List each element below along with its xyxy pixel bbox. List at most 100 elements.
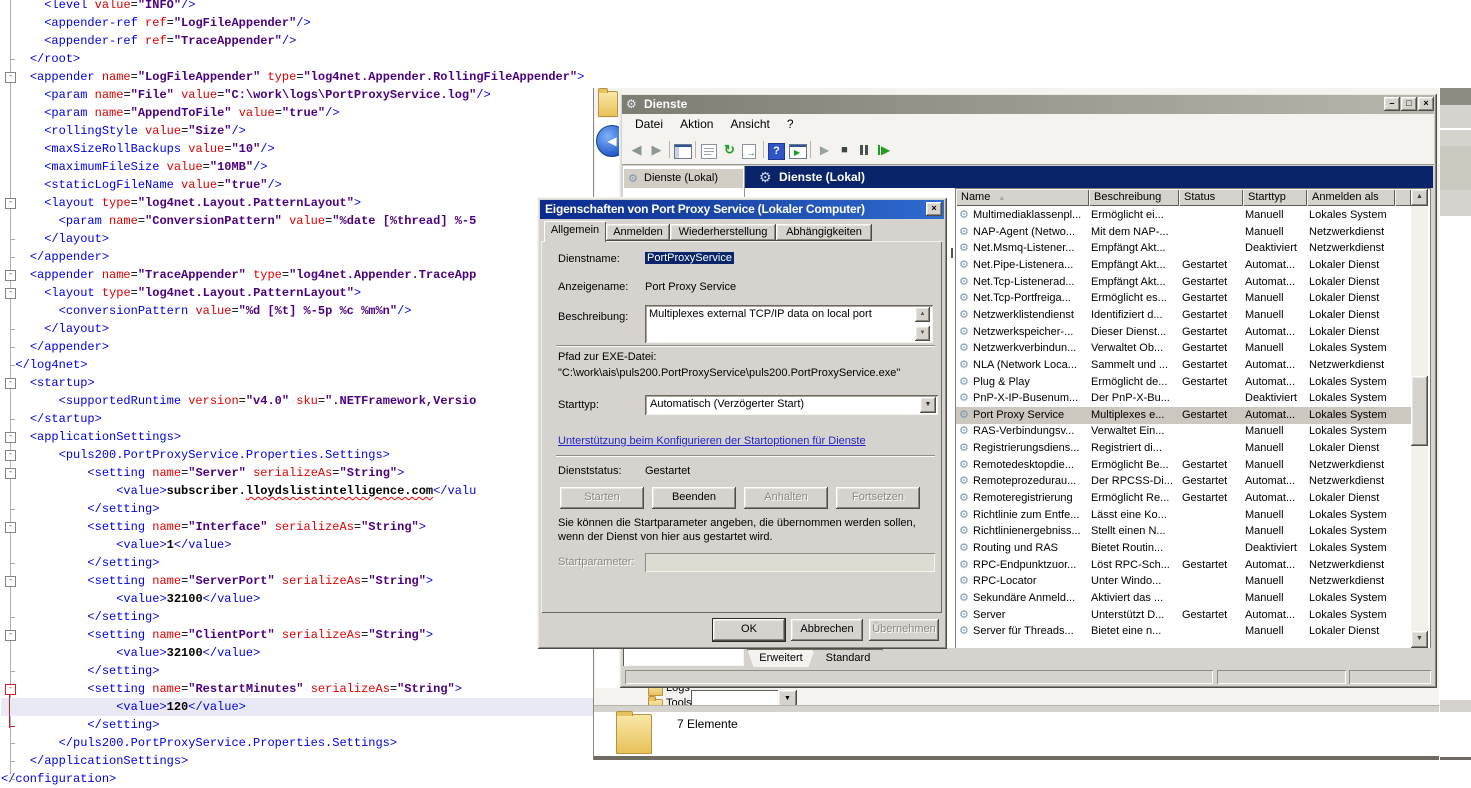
- service-row[interactable]: ⚙RPC-LocatorUnter Windo...ManuellNetzwer…: [956, 573, 1411, 590]
- restart-service-icon[interactable]: ▶: [876, 142, 893, 158]
- startparameter-field[interactable]: [645, 553, 935, 572]
- service-row[interactable]: ⚙ServerUnterstützt D...GestartetAutomat.…: [956, 607, 1411, 624]
- tree-item-dienste-lokal[interactable]: ⚙ Dienste (Lokal): [624, 169, 743, 188]
- service-row[interactable]: ⚙Registrierungsdiens...Registriert di...…: [956, 440, 1411, 457]
- fold-collapse-box[interactable]: -: [5, 270, 16, 281]
- service-row[interactable]: ⚙Routing und RASBietet Routin...Deaktivi…: [956, 540, 1411, 557]
- menu-ansicht[interactable]: Ansicht: [724, 114, 777, 134]
- scroll-up-button[interactable]: ▲: [915, 307, 930, 322]
- show-console-tree-icon[interactable]: [674, 144, 692, 159]
- dialog-close-button[interactable]: ×: [926, 202, 942, 216]
- fold-collapse-box[interactable]: -: [5, 432, 16, 443]
- service-row[interactable]: ⚙NAP-Agent (Netwo...Mit dem NAP-...Manue…: [956, 224, 1411, 241]
- service-row[interactable]: ⚙Net.Tcp-Listenerad...Empfängt Akt...Ges…: [956, 274, 1411, 291]
- start-service-icon[interactable]: ▶: [816, 142, 833, 158]
- service-row[interactable]: ⚙Net.Tcp-Portfreiga...Ermöglicht es...Ge…: [956, 290, 1411, 307]
- xml-editor[interactable]: <level value="INFO"/> <appender-ref ref=…: [0, 0, 620, 787]
- dialog-titlebar[interactable]: Eigenschaften von Port Proxy Service (Lo…: [540, 200, 944, 219]
- service-row[interactable]: ⚙RPC-Endpunktzuor...Löst RPC-Sch...Gesta…: [956, 557, 1411, 574]
- startoptions-help-link[interactable]: Unterstützung beim Konfigurieren der Sta…: [558, 435, 866, 447]
- column-header-starttyp[interactable]: Starttyp: [1243, 189, 1307, 206]
- anhalten-button[interactable]: Anhalten: [744, 487, 828, 509]
- fold-collapse-box[interactable]: -: [5, 378, 16, 389]
- service-row[interactable]: ⚙NetzwerklistendienstIdentifiziert d...G…: [956, 307, 1411, 324]
- service-row[interactable]: ⚙RemoteregistrierungErmöglicht Re...Gest…: [956, 490, 1411, 507]
- code-line: </setting>: [1, 662, 159, 680]
- column-header-name[interactable]: Name▲: [956, 189, 1089, 206]
- close-button[interactable]: ×: [1418, 97, 1434, 111]
- column-header-beschreibung[interactable]: Beschreibung: [1089, 189, 1179, 206]
- abbrechen-button[interactable]: Abbrechen: [791, 619, 863, 641]
- service-row-selected[interactable]: ⚙Port Proxy ServiceMultiplexes e...Gesta…: [956, 407, 1411, 424]
- fortsetzen-button[interactable]: Fortsetzen: [836, 487, 920, 509]
- tab-standard[interactable]: Standard: [813, 649, 883, 668]
- service-row[interactable]: ⚙PnP-X-IP-Busenum...Der PnP-X-Bu...Deakt…: [956, 390, 1411, 407]
- back-toolbar-icon[interactable]: ◀: [628, 142, 645, 158]
- fold-collapse-box[interactable]: -: [5, 450, 16, 461]
- column-header-status[interactable]: Status: [1179, 189, 1243, 206]
- pause-service-icon[interactable]: [856, 142, 873, 158]
- minimize-button[interactable]: –: [1384, 97, 1400, 111]
- dienstname-value[interactable]: PortProxyService: [645, 252, 734, 264]
- tab-allgemein[interactable]: Allgemein: [544, 221, 606, 242]
- tab-wiederherstellung[interactable]: Wiederherstellung: [670, 224, 776, 241]
- services-menubar: Datei Aktion Ansicht ?: [622, 114, 1434, 137]
- fold-collapse-box[interactable]: -: [5, 288, 16, 299]
- service-row[interactable]: ⚙Remotedesktopdie...Ermöglicht Be...Gest…: [956, 457, 1411, 474]
- new-window-icon[interactable]: ▶: [789, 144, 807, 159]
- service-row[interactable]: ⚙Richtlinienergebniss...Stellt einen N..…: [956, 523, 1411, 540]
- service-row[interactable]: ⚙NLA (Network Loca...Sammelt und ...Gest…: [956, 357, 1411, 374]
- maximize-button[interactable]: □: [1401, 97, 1417, 111]
- menu-aktion[interactable]: Aktion: [673, 114, 720, 134]
- properties-icon[interactable]: [701, 144, 717, 159]
- refresh-icon[interactable]: ↻: [721, 142, 738, 158]
- starttyp-combobox[interactable]: Automatisch (Verzögerter Start) ▼: [645, 395, 938, 415]
- export-list-icon[interactable]: →: [742, 144, 756, 159]
- cell: Net.Pipe-Listenera...: [973, 257, 1073, 273]
- fold-collapse-box[interactable]: -: [5, 576, 16, 587]
- beschreibung-textbox[interactable]: Multiplexes external TCP/IP data on loca…: [645, 305, 933, 343]
- menu-help[interactable]: ?: [780, 114, 801, 134]
- cell: Löst RPC-Sch...: [1091, 557, 1170, 573]
- tab-abhaengigkeiten[interactable]: Abhängigkeiten: [776, 224, 872, 241]
- stop-service-icon[interactable]: ■: [836, 142, 853, 158]
- code-line: <layout type="log4net.Layout.PatternLayo…: [1, 194, 361, 212]
- service-row[interactable]: ⚙Server für Threads...Bietet eine n...Ma…: [956, 623, 1411, 640]
- gear-icon: ⚙: [959, 423, 969, 439]
- services-titlebar[interactable]: ⚙ Dienste – □ ×: [622, 95, 1434, 114]
- fold-collapse-box-active[interactable]: -: [5, 684, 16, 695]
- beenden-button[interactable]: Beenden: [652, 487, 736, 509]
- scrollbar-down-button[interactable]: ▼: [1411, 631, 1428, 648]
- uebernehmen-button[interactable]: Übernehmen: [869, 619, 939, 641]
- service-row[interactable]: ⚙RAS-Verbindungsv...Verwaltet Ein...Manu…: [956, 423, 1411, 440]
- menu-datei[interactable]: Datei: [628, 114, 670, 134]
- tree-filter-box[interactable]: [623, 648, 744, 666]
- scrollbar-up-button[interactable]: ▲: [1411, 189, 1428, 206]
- fold-collapse-box[interactable]: -: [5, 522, 16, 533]
- service-row[interactable]: ⚙Sekundäre Anmeld...Aktiviert das ...Man…: [956, 590, 1411, 607]
- service-row[interactable]: ⚙Richtlinie zum Entfe...Lässt eine Ko...…: [956, 507, 1411, 524]
- scroll-down-button[interactable]: ▼: [915, 326, 930, 341]
- fold-collapse-box[interactable]: -: [5, 630, 16, 641]
- combobox-dropdown-button[interactable]: ▼: [920, 397, 936, 413]
- service-row[interactable]: ⚙Multimediaklassenpl...Ermöglicht ei...M…: [956, 207, 1411, 224]
- tab-erweitert[interactable]: Erweitert: [747, 649, 815, 668]
- forward-toolbar-icon[interactable]: ▶: [648, 142, 665, 158]
- fold-collapse-box[interactable]: -: [5, 468, 16, 479]
- service-row[interactable]: ⚙Netzwerkspeicher-...Dieser Dienst...Ges…: [956, 324, 1411, 341]
- service-row[interactable]: ⚙Remoteprozedurau...Der RPCSS-Di...Gesta…: [956, 473, 1411, 490]
- ok-button[interactable]: OK: [713, 619, 785, 641]
- tab-anmelden[interactable]: Anmelden: [606, 224, 670, 241]
- help-icon[interactable]: ?: [768, 143, 785, 160]
- service-row[interactable]: ⚙Plug & PlayErmöglicht de...GestartetAut…: [956, 374, 1411, 391]
- service-row[interactable]: ⚙Netzwerkverbindun...Verwaltet Ob...Gest…: [956, 340, 1411, 357]
- cell: Lokaler Dienst: [1309, 490, 1379, 506]
- starten-button[interactable]: Starten: [560, 487, 644, 509]
- fold-collapse-box[interactable]: -: [5, 72, 16, 83]
- fold-collapse-box[interactable]: -: [5, 198, 16, 209]
- service-row[interactable]: ⚙Net.Pipe-Listenera...Empfängt Akt...Ges…: [956, 257, 1411, 274]
- scrollbar-thumb[interactable]: [1411, 376, 1428, 446]
- service-row[interactable]: ⚙Net.Msmq-Listener...Empfängt Akt...Deak…: [956, 240, 1411, 257]
- cell: Netzwerkdienst: [1309, 473, 1384, 489]
- column-header-anmelden-als[interactable]: Anmelden als: [1307, 189, 1395, 206]
